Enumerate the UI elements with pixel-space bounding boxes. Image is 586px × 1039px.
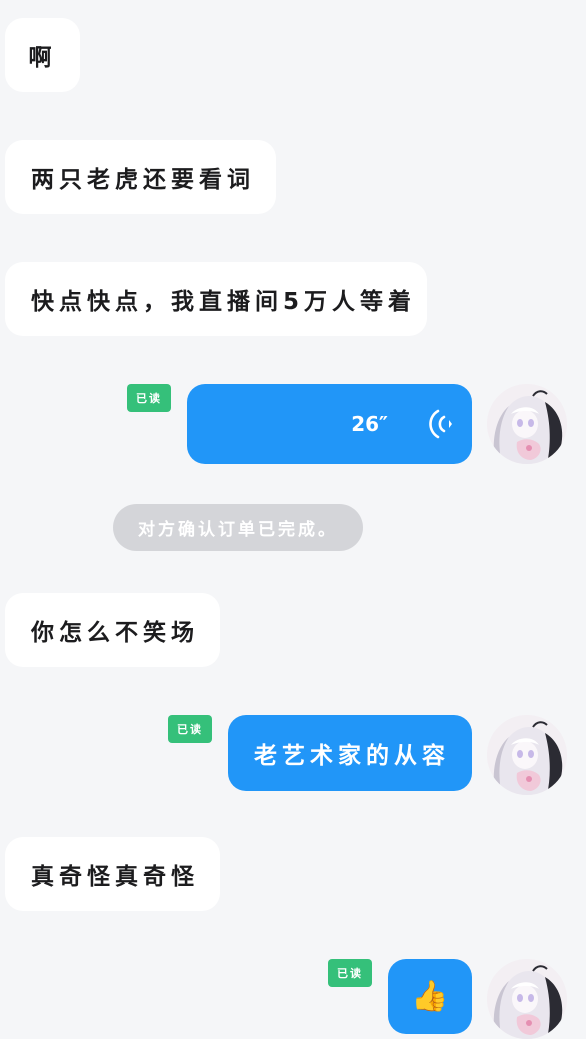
message-text: 你怎么不笑场 (31, 620, 199, 646)
read-receipt-badge: 已读 (328, 959, 372, 987)
read-receipt-label: 已读 (337, 967, 363, 980)
incoming-message-bubble[interactable]: 两只老虎还要看词 (5, 140, 276, 214)
voice-duration: 26″ (351, 412, 388, 436)
user-avatar[interactable] (487, 715, 567, 795)
message-text: 真奇怪真奇怪 (31, 864, 199, 890)
incoming-message-bubble[interactable]: 真奇怪真奇怪 (5, 837, 220, 911)
read-receipt-badge: 已读 (127, 384, 171, 412)
user-avatar[interactable] (487, 959, 567, 1039)
system-notice-pill: 对方确认订单已完成。 (113, 504, 363, 551)
message-text: 啊 (28, 45, 57, 71)
message-text: 快点快点，我直播间5万人等着 (31, 289, 417, 315)
message-text: 老艺术家的从容 (254, 743, 450, 769)
voice-message-bubble[interactable]: 26″ (187, 384, 472, 464)
read-receipt-label: 已读 (177, 723, 203, 736)
sound-wave-icon (429, 409, 452, 439)
anime-girl-avatar-icon (487, 384, 567, 464)
anime-girl-avatar-icon (487, 715, 567, 795)
thumbs-up-icon: 👍 (411, 979, 449, 1014)
anime-girl-avatar-icon (487, 959, 567, 1039)
outgoing-message-bubble[interactable]: 老艺术家的从容 (228, 715, 472, 791)
outgoing-emoji-bubble[interactable]: 👍 (388, 959, 472, 1034)
chat-message-list[interactable]: 啊 两只老虎还要看词 快点快点，我直播间5万人等着 已读 26″ 对方确认订单已… (0, 0, 586, 1039)
read-receipt-label: 已读 (136, 392, 162, 405)
system-notice-text: 对方确认订单已完成。 (138, 520, 338, 540)
incoming-message-bubble[interactable]: 快点快点，我直播间5万人等着 (5, 262, 427, 336)
incoming-message-bubble[interactable]: 你怎么不笑场 (5, 593, 220, 667)
incoming-message-bubble[interactable]: 啊 (5, 18, 80, 92)
message-text: 两只老虎还要看词 (31, 167, 255, 193)
read-receipt-badge: 已读 (168, 715, 212, 743)
user-avatar[interactable] (487, 384, 567, 464)
